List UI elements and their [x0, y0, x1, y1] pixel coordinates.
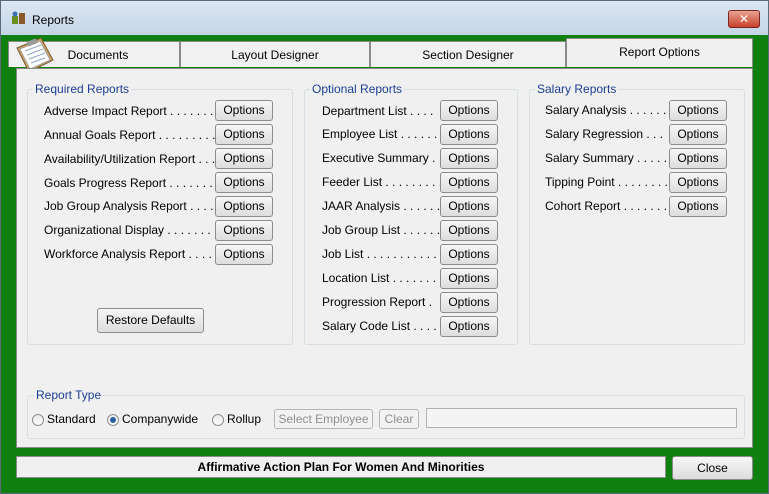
required-report-label: Availability/Utilization Report . . .	[44, 152, 216, 166]
standard-radio-label[interactable]: Standard	[47, 412, 96, 426]
optional-report-label: Salary Code List . . . .	[322, 319, 437, 333]
job-group-list-options-button[interactable]: Options	[440, 220, 498, 241]
rollup-radio[interactable]	[212, 414, 224, 426]
salary-report-label: Salary Regression . . .	[545, 127, 664, 141]
salary-regression-options-button[interactable]: Options	[669, 124, 727, 145]
window-title: Reports	[32, 13, 75, 27]
tab-section-designer[interactable]: Section Designer	[370, 41, 566, 67]
tab-report-options[interactable]: Report Options	[566, 38, 753, 67]
progression-report-options-button[interactable]: Options	[440, 292, 498, 313]
optional-report-label: Location List . . . . . . . .	[322, 271, 443, 285]
location-list-options-button[interactable]: Options	[440, 268, 498, 289]
salary-report-label: Salary Analysis . . . . . . .	[545, 103, 674, 117]
optional-report-label: Feeder List . . . . . . . . . .	[322, 175, 449, 189]
optional-report-label: Progression Report .	[322, 295, 433, 309]
required-report-label: Goals Progress Report . . . . . . . .	[44, 176, 220, 190]
goals-progress-options-button[interactable]: Options	[215, 172, 273, 193]
rollup-radio-label[interactable]: Rollup	[227, 412, 261, 426]
companywide-radio[interactable]	[107, 414, 119, 426]
annual-goals-options-button[interactable]: Options	[215, 124, 273, 145]
standard-radio[interactable]	[32, 414, 44, 426]
restore-defaults-button[interactable]: Restore Defaults	[97, 308, 204, 333]
job-list-options-button[interactable]: Options	[440, 244, 498, 265]
tipping-point-options-button[interactable]: Options	[669, 172, 727, 193]
required-report-label: Adverse Impact Report . . . . . . . .	[44, 104, 221, 118]
department-list-options-button[interactable]: Options	[440, 100, 498, 121]
salary-report-label: Cohort Report . . . . . . . .	[545, 199, 674, 213]
salary-report-label: Salary Summary . . . . . .	[545, 151, 674, 165]
optional-report-label: Job List . . . . . . . . . . . . .	[322, 247, 451, 261]
employee-list-options-button[interactable]: Options	[440, 124, 498, 145]
selected-employee-field[interactable]	[426, 408, 737, 428]
salary-code-list-options-button[interactable]: Options	[440, 316, 498, 337]
executive-summary-options-button[interactable]: Options	[440, 148, 498, 169]
availability-utilization-options-button[interactable]: Options	[215, 148, 273, 169]
adverse-impact-options-button[interactable]: Options	[215, 100, 273, 121]
optional-report-label: Department List . . . .	[322, 104, 434, 118]
report-options-panel: Required Reports Adverse Impact Report .…	[16, 68, 753, 448]
salary-summary-options-button[interactable]: Options	[669, 148, 727, 169]
required-report-label: Workforce Analysis Report . . . .	[44, 247, 212, 261]
app-icon	[12, 11, 25, 24]
title-bar[interactable]: Reports ✕	[1, 1, 768, 35]
salary-reports-title: Salary Reports	[535, 82, 619, 96]
required-report-label: Job Group Analysis Report . . . .	[44, 199, 214, 213]
cohort-report-options-button[interactable]: Options	[669, 196, 727, 217]
tab-strip: Documents Layout Designer Section Design…	[8, 38, 753, 69]
tab-layout-designer[interactable]: Layout Designer	[180, 41, 370, 67]
required-reports-title: Required Reports	[33, 82, 132, 96]
optional-reports-title: Optional Reports	[310, 82, 405, 96]
companywide-radio-label[interactable]: Companywide	[122, 412, 198, 426]
salary-report-label: Tipping Point . . . . . . . . .	[545, 175, 675, 189]
optional-report-label: Employee List . . . . . . .	[322, 127, 445, 141]
report-type-title: Report Type	[34, 388, 104, 402]
window-close-button[interactable]: ✕	[728, 10, 760, 28]
select-employee-button[interactable]: Select Employee	[274, 409, 373, 429]
plan-title-bar: Affirmative Action Plan For Women And Mi…	[16, 456, 666, 478]
workforce-analysis-options-button[interactable]: Options	[215, 244, 273, 265]
optional-report-label: JAAR Analysis . . . . . . .	[322, 199, 447, 213]
clear-button[interactable]: Clear	[379, 409, 419, 429]
required-report-label: Annual Goals Report . . . . . . . . . .	[44, 128, 223, 142]
organizational-display-options-button[interactable]: Options	[215, 220, 273, 241]
jaar-analysis-options-button[interactable]: Options	[440, 196, 498, 217]
job-group-analysis-options-button[interactable]: Options	[215, 196, 273, 217]
required-report-label: Organizational Display . . . . . . . . .	[44, 223, 225, 237]
salary-analysis-options-button[interactable]: Options	[669, 100, 727, 121]
close-button[interactable]: Close	[672, 456, 753, 480]
optional-report-label: Job Group List . . . . . .	[322, 223, 441, 237]
optional-report-label: Executive Summary .	[322, 151, 436, 165]
feeder-list-options-button[interactable]: Options	[440, 172, 498, 193]
